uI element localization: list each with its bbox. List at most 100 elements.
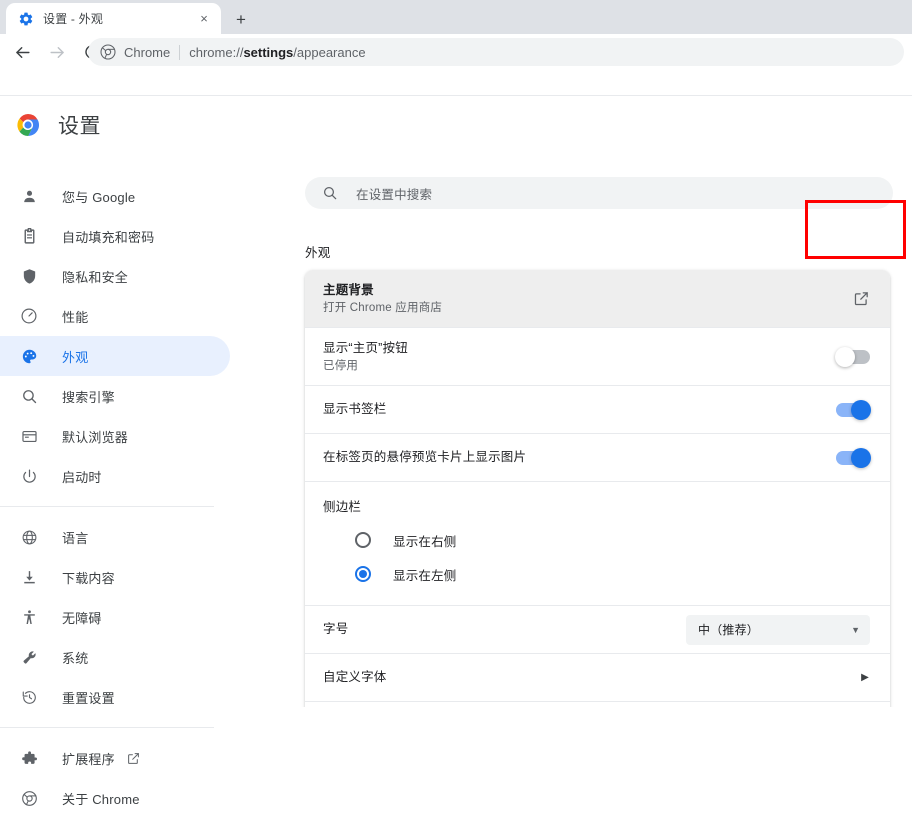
history-restore-icon [19,687,39,707]
sidebar-item-label: 隐私和安全 [62,269,129,285]
setting-row-page-zoom[interactable]: 网页缩放 100% ▼ [305,702,890,707]
open-in-new-icon [127,751,141,765]
person-icon [19,186,39,206]
settings-page: 设置 您与 Google 自动填充和密码 隐私和安全 性能 外观 搜索引擎 默认… [0,70,912,807]
toggle-knob [851,399,871,420]
settings-gear-icon [18,11,34,27]
settings-title: 设置 [58,115,101,138]
sidebar-item-label: 关于 Chrome [62,791,140,807]
sidebar-item-label: 搜索引擎 [62,389,115,405]
page-section-title: 外观 [305,246,331,260]
palette-icon [19,346,39,366]
chrome-icon [19,788,39,808]
setting-row-text: 主题背景 打开 Chrome 应用商店 [323,282,852,316]
sidebar-item-you-and-google[interactable]: 您与 Google [0,176,230,216]
globe-icon [19,527,39,547]
sidebar-item-search-engine[interactable]: 搜索引擎 [0,376,230,416]
chrome-icon [100,44,116,60]
setting-group-side-panel: 侧边栏 显示在右侧 显示在左侧 [305,482,890,606]
setting-row-text: 字号 [323,621,686,638]
sidebar-divider-1 [0,506,214,507]
sidebar-item-performance[interactable]: 性能 [0,296,230,336]
setting-row-action: ▶ [860,671,870,685]
tab-title: 设置 - 外观 [43,12,104,26]
sidebar-item-extensions[interactable]: 扩展程序 [0,738,230,778]
setting-row-customize-fonts[interactable]: 自定义字体 ▶ [305,654,890,702]
sidebar-item-downloads[interactable]: 下载内容 [0,557,230,597]
search-input[interactable]: 在设置中搜索 [305,177,893,209]
setting-title: 字号 [323,622,349,636]
sidebar-item-label: 启动时 [62,469,102,485]
radio-button[interactable] [355,532,371,548]
address-bar[interactable]: Chrome chrome://settings/appearance [88,38,904,66]
sidebar-item-autofill[interactable]: 自动填充和密码 [0,216,230,256]
select-value: 中（推荐） [698,623,760,637]
setting-row-tab-hover-images[interactable]: 在标签页的悬停预览卡片上显示图片 [305,434,890,482]
search-placeholder: 在设置中搜索 [356,187,433,202]
setting-row-text: 在标签页的悬停预览卡片上显示图片 [323,449,836,466]
setting-row-action [836,447,871,468]
sidebar-item-languages[interactable]: 语言 [0,517,230,557]
setting-title: 在标签页的悬停预览卡片上显示图片 [323,450,527,464]
setting-subtitle: 打开 Chrome 应用商店 [323,301,443,314]
sidebar-item-about-chrome[interactable]: 关于 Chrome [0,778,230,818]
accessibility-icon [19,607,39,627]
sidebar-item-reset-settings[interactable]: 重置设置 [0,677,230,717]
speedometer-icon [19,306,39,326]
setting-row-bookmarks-bar[interactable]: 显示书签栏 [305,386,890,434]
browser-tab[interactable]: 设置 - 外观 × [6,3,221,34]
sidebar-item-system[interactable]: 系统 [0,637,230,677]
browser-toolbar: Chrome chrome://settings/appearance [0,34,912,70]
settings-main: 在设置中搜索 外观 主题背景 打开 Chrome 应用商店 显示“主页”按钮 已… [230,96,912,707]
open-in-new-icon[interactable] [852,290,870,308]
radio-option-left[interactable]: 显示在左侧 [323,557,870,591]
search-settings-wrapper: 在设置中搜索 [305,177,893,209]
select-font-size[interactable]: 中（推荐） ▼ [686,614,870,645]
sidebar-item-label: 性能 [62,309,89,325]
setting-row-font-size[interactable]: 字号 中（推荐） ▼ [305,606,890,654]
tab-strip: 设置 - 外观 × + [0,0,912,34]
toggle-knob [851,447,871,468]
sidebar-item-label: 语言 [62,530,89,546]
radio-button[interactable] [355,566,371,582]
new-tab-button[interactable]: + [228,6,254,32]
browser-window-icon [19,426,39,446]
radio-option-right[interactable]: 显示在右侧 [323,523,870,557]
sidebar-item-label: 系统 [62,650,89,666]
back-icon[interactable] [8,38,36,66]
setting-row-home-button[interactable]: 显示“主页”按钮 已停用 [305,328,890,386]
setting-row-theme[interactable]: 主题背景 打开 Chrome 应用商店 [305,270,890,328]
radio-label: 显示在左侧 [393,568,457,583]
setting-row-action [836,399,871,420]
forward-icon[interactable] [43,38,71,66]
setting-row-action [852,290,870,308]
toggle-home-button[interactable] [835,346,870,367]
setting-group-title: 侧边栏 [323,500,362,514]
setting-row-text: 显示书签栏 [323,401,836,418]
omnibox-chip-label: Chrome [124,44,171,60]
radio-label: 显示在右侧 [393,534,457,549]
chrome-logo-icon [16,113,40,137]
setting-row-action [835,346,870,367]
browser-chrome: 设置 - 外观 × + Chrome chrome://settings/app… [0,0,912,70]
sidebar-item-appearance[interactable]: 外观 [0,336,230,376]
toggle-tab-hover-images[interactable] [836,447,871,468]
sidebar-item-default-browser[interactable]: 默认浏览器 [0,416,230,456]
shield-icon [19,266,39,286]
sidebar-divider-2 [0,727,214,728]
chevron-down-icon: ▼ [851,624,860,635]
close-icon[interactable]: × [195,10,213,28]
omnibox-divider [179,44,181,60]
setting-row-action: 中（推荐） ▼ [686,614,870,645]
wrench-icon [19,647,39,667]
sidebar-item-on-startup[interactable]: 启动时 [0,456,230,496]
sidebar-item-privacy[interactable]: 隐私和安全 [0,256,230,296]
chevron-right-icon[interactable]: ▶ [860,671,870,685]
setting-title: 自定义字体 [323,670,387,684]
appearance-settings-card: 主题背景 打开 Chrome 应用商店 显示“主页”按钮 已停用 显示书签栏 在… [305,270,890,707]
sidebar-item-label: 自动填充和密码 [62,229,155,245]
sidebar-item-accessibility[interactable]: 无障碍 [0,597,230,637]
puzzle-icon [19,748,39,768]
setting-title: 显示“主页”按钮 [323,340,408,355]
toggle-bookmarks-bar[interactable] [836,399,871,420]
